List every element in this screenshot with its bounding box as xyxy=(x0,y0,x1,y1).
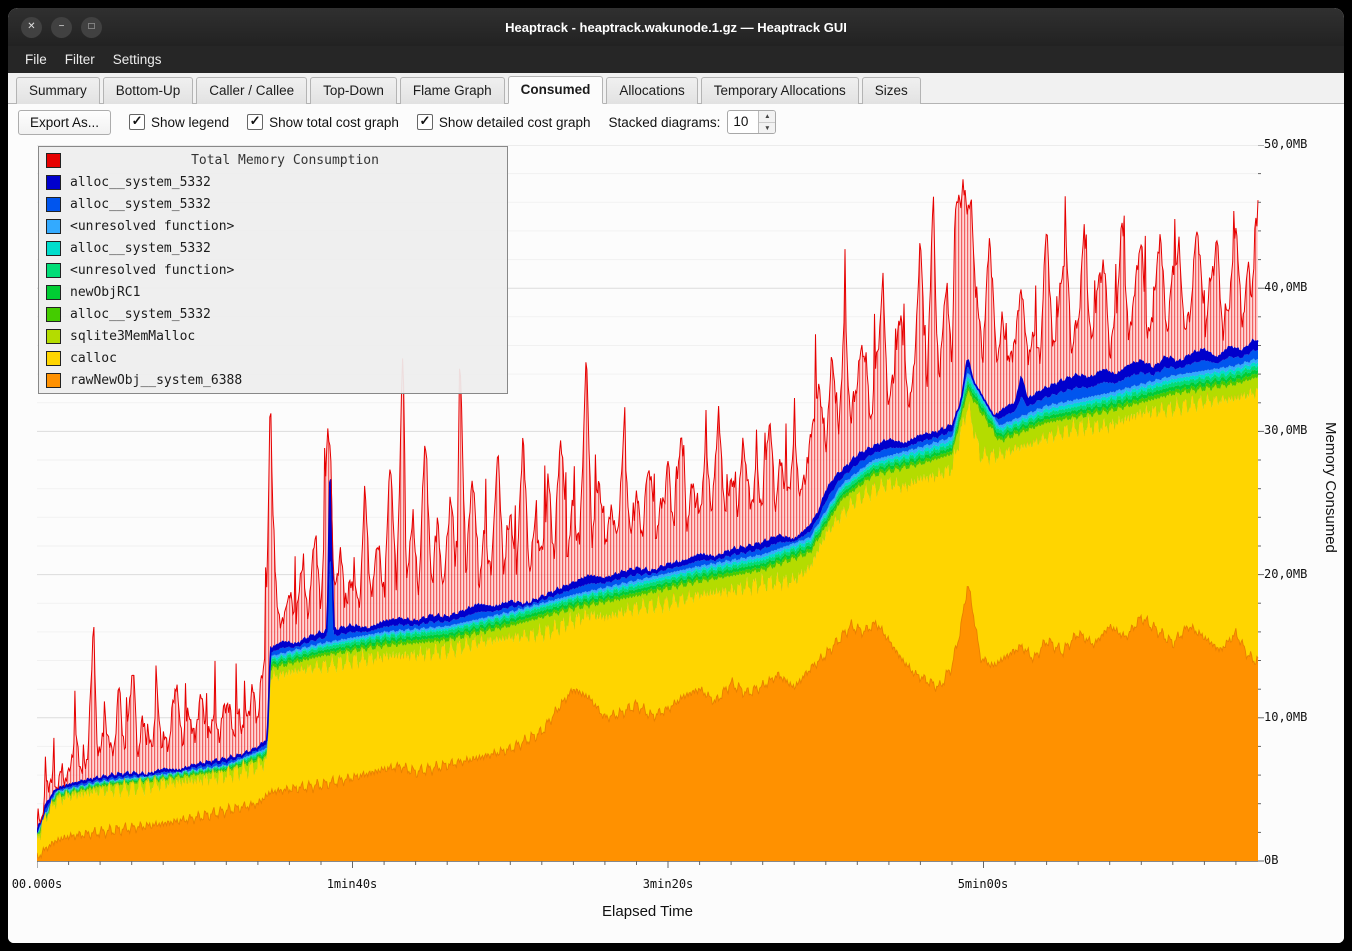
legend-label: alloc__system_5332 xyxy=(70,175,211,190)
tab-consumed[interactable]: Consumed xyxy=(508,76,604,104)
check-icon: ✓ xyxy=(250,113,261,129)
x-tick-label: 00.000s xyxy=(8,877,77,891)
tab-allocations[interactable]: Allocations xyxy=(606,77,697,104)
y-tick-label: 0B xyxy=(1264,853,1278,867)
tab-flame-graph[interactable]: Flame Graph xyxy=(400,77,505,104)
legend-row: <unresolved function> xyxy=(39,215,507,237)
y-tick-label: 50,0MB xyxy=(1264,137,1307,151)
tab-summary[interactable]: Summary xyxy=(16,77,100,104)
legend-row: newObjRC1 xyxy=(39,281,507,303)
legend-swatch-total xyxy=(46,153,61,168)
legend-swatch xyxy=(46,307,61,322)
tab-sizes[interactable]: Sizes xyxy=(862,77,921,104)
tab-bar: Summary Bottom-Up Caller / Callee Top-Do… xyxy=(8,73,1344,104)
stacked-diagrams-group: Stacked diagrams: 10 ▲ ▼ xyxy=(609,110,777,134)
minimize-icon: − xyxy=(59,22,65,32)
legend-row: rawNewObj__system_6388 xyxy=(39,369,507,391)
toolbar: Export As... ✓ Show legend ✓ Show total … xyxy=(8,104,1344,140)
chart-legend: Total Memory Consumption alloc__system_5… xyxy=(38,146,508,394)
tab-caller-callee[interactable]: Caller / Callee xyxy=(196,77,307,104)
maximize-button[interactable]: □ xyxy=(81,17,102,38)
y-tick-label: 40,0MB xyxy=(1264,280,1307,294)
stacked-diagrams-spinner[interactable]: 10 ▲ ▼ xyxy=(727,110,776,134)
menu-item-file[interactable]: File xyxy=(16,49,56,70)
legend-swatch xyxy=(46,351,61,366)
y-axis-title: Memory Consumed xyxy=(1322,422,1339,553)
chevron-up-icon: ▲ xyxy=(764,113,770,120)
stacked-diagrams-label: Stacked diagrams: xyxy=(609,115,721,130)
check-icon: ✓ xyxy=(132,113,143,129)
spinner-down-button[interactable]: ▼ xyxy=(759,122,775,133)
chevron-down-icon: ▼ xyxy=(764,125,770,132)
window-title: Heaptrack - heaptrack.wakunode.1.gz — He… xyxy=(505,20,847,35)
legend-label: <unresolved function> xyxy=(70,219,234,234)
legend-swatch xyxy=(46,285,61,300)
stacked-diagrams-value[interactable]: 10 xyxy=(728,111,758,133)
legend-label: calloc xyxy=(70,351,117,366)
show-detailed-cost-checkbox[interactable]: ✓ xyxy=(417,114,433,130)
legend-swatch xyxy=(46,241,61,256)
show-legend-label: Show legend xyxy=(151,115,229,130)
legend-label: newObjRC1 xyxy=(70,285,140,300)
legend-title: Total Memory Consumption xyxy=(70,153,500,168)
menu-item-filter[interactable]: Filter xyxy=(56,49,104,70)
y-tick-label: 20,0MB xyxy=(1264,567,1307,581)
legend-swatch xyxy=(46,175,61,190)
check-icon: ✓ xyxy=(419,113,430,129)
legend-row: calloc xyxy=(39,347,507,369)
menu-item-settings[interactable]: Settings xyxy=(104,49,171,70)
chart-region: 0B 10,0MB 20,0MB 30,0MB 40,0MB 50,0MB 00… xyxy=(8,140,1344,943)
show-detailed-cost-group: ✓ Show detailed cost graph xyxy=(417,114,591,130)
x-axis-title: Elapsed Time xyxy=(37,903,1258,920)
show-total-cost-checkbox[interactable]: ✓ xyxy=(247,114,263,130)
show-total-cost-group: ✓ Show total cost graph xyxy=(247,114,399,130)
legend-swatch xyxy=(46,219,61,234)
titlebar[interactable]: ✕ − □ Heaptrack - heaptrack.wakunode.1.g… xyxy=(8,8,1344,46)
legend-row: alloc__system_5332 xyxy=(39,171,507,193)
legend-title-row: Total Memory Consumption xyxy=(39,149,507,171)
tab-bottom-up[interactable]: Bottom-Up xyxy=(103,77,194,104)
export-as-button[interactable]: Export As... xyxy=(18,110,111,135)
heaptrack-window: ✕ − □ Heaptrack - heaptrack.wakunode.1.g… xyxy=(8,8,1344,943)
tab-top-down[interactable]: Top-Down xyxy=(310,77,397,104)
spinner-buttons: ▲ ▼ xyxy=(758,111,775,133)
legend-swatch xyxy=(46,263,61,278)
legend-label: alloc__system_5332 xyxy=(70,241,211,256)
legend-label: alloc__system_5332 xyxy=(70,197,211,212)
minimize-button[interactable]: − xyxy=(51,17,72,38)
y-tick-label: 30,0MB xyxy=(1264,423,1307,437)
close-button[interactable]: ✕ xyxy=(21,17,42,38)
window-controls: ✕ − □ xyxy=(21,8,102,46)
y-tick-label: 10,0MB xyxy=(1264,710,1307,724)
legend-label: alloc__system_5332 xyxy=(70,307,211,322)
menubar: File Filter Settings xyxy=(8,46,1344,73)
legend-label: <unresolved function> xyxy=(70,263,234,278)
show-detailed-cost-label: Show detailed cost graph xyxy=(439,115,591,130)
x-tick-label: 5min00s xyxy=(943,877,1023,891)
show-legend-checkbox[interactable]: ✓ xyxy=(129,114,145,130)
legend-row: alloc__system_5332 xyxy=(39,237,507,259)
x-tick-label: 1min40s xyxy=(312,877,392,891)
legend-row: alloc__system_5332 xyxy=(39,303,507,325)
x-tick-label: 3min20s xyxy=(628,877,708,891)
legend-swatch xyxy=(46,197,61,212)
show-legend-group: ✓ Show legend xyxy=(129,114,229,130)
legend-swatch xyxy=(46,373,61,388)
close-icon: ✕ xyxy=(27,22,35,32)
tab-temporary-allocations[interactable]: Temporary Allocations xyxy=(701,77,859,104)
legend-row: alloc__system_5332 xyxy=(39,193,507,215)
spinner-up-button[interactable]: ▲ xyxy=(759,111,775,122)
maximize-icon: □ xyxy=(88,22,94,32)
legend-label: sqlite3MemMalloc xyxy=(70,329,195,344)
legend-label: rawNewObj__system_6388 xyxy=(70,373,242,388)
legend-row: <unresolved function> xyxy=(39,259,507,281)
legend-swatch xyxy=(46,329,61,344)
show-total-cost-label: Show total cost graph xyxy=(269,115,399,130)
legend-row: sqlite3MemMalloc xyxy=(39,325,507,347)
